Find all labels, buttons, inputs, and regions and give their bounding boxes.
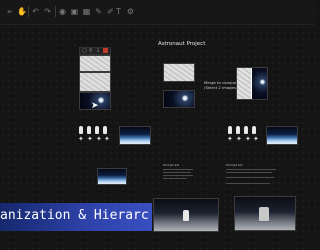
earth-thumbnail[interactable] — [97, 168, 127, 185]
grid-icon[interactable]: ▦ — [82, 7, 91, 16]
prompt-list-title-right: Prompt list — [226, 163, 243, 167]
note-text-line — [226, 172, 272, 173]
astronaut-moon-image-2[interactable] — [234, 196, 296, 231]
pose-sheet-left[interactable]: ✦ ✦ ✦ ✦ — [77, 125, 113, 145]
note-text-line — [226, 177, 274, 178]
sketch-image-1[interactable] — [79, 55, 111, 72]
search-icon[interactable]: ⚲ — [89, 48, 93, 54]
note-text-line — [163, 172, 191, 173]
note-text-line — [163, 175, 193, 176]
redo-icon[interactable]: ↷ — [43, 7, 52, 16]
sketch-image-2[interactable] — [79, 72, 111, 92]
prompt-list-title-left: Prompt list — [163, 163, 180, 167]
sketch-image-3[interactable] — [163, 63, 195, 82]
top-toolbar: ➢ ✋ ↶ ↷ ◉ ▣ ▦ ✎ ✐ T ⚙ — [0, 0, 315, 25]
image-actions-bar: ▢ ⚲ ⇩ — [79, 47, 111, 55]
delete-icon[interactable] — [103, 48, 108, 53]
pen-icon[interactable]: ✎ — [94, 7, 103, 16]
select-tool-icon[interactable]: ➢ — [5, 7, 14, 16]
note-text-line — [226, 183, 270, 184]
earth-image-2[interactable] — [266, 126, 298, 145]
note-text-line — [226, 169, 276, 170]
settings-icon[interactable]: ⚙ — [126, 7, 135, 16]
earth-image-1[interactable] — [119, 126, 151, 145]
compare-image[interactable] — [236, 67, 268, 100]
copy-icon[interactable]: ▢ — [82, 48, 87, 54]
astronaut-moon-image-1[interactable] — [153, 198, 219, 232]
caption-banner-text: anization & Hierarchy — [0, 208, 150, 223]
download-icon[interactable]: ⇩ — [96, 48, 100, 54]
hand-tool-icon[interactable]: ✋ — [17, 7, 27, 16]
cursor-icon: ➤ — [91, 101, 99, 111]
frame-icon[interactable]: ▣ — [70, 7, 79, 16]
board-title: Astronaut Project — [158, 41, 206, 47]
view-icon[interactable]: ◉ — [58, 7, 67, 16]
text-icon[interactable]: T — [114, 7, 123, 16]
undo-icon[interactable]: ↶ — [31, 7, 40, 16]
toolbar-divider — [28, 6, 29, 17]
note-text-line — [163, 169, 193, 170]
note-text-line — [163, 178, 187, 179]
toolbar-divider — [55, 6, 56, 17]
render-image-2[interactable] — [163, 90, 195, 108]
merge-note: Merge to compare (Select 2 images) — [204, 80, 239, 90]
pose-sheet-right[interactable]: ✦ ✦ ✦ ✦ — [226, 125, 262, 145]
